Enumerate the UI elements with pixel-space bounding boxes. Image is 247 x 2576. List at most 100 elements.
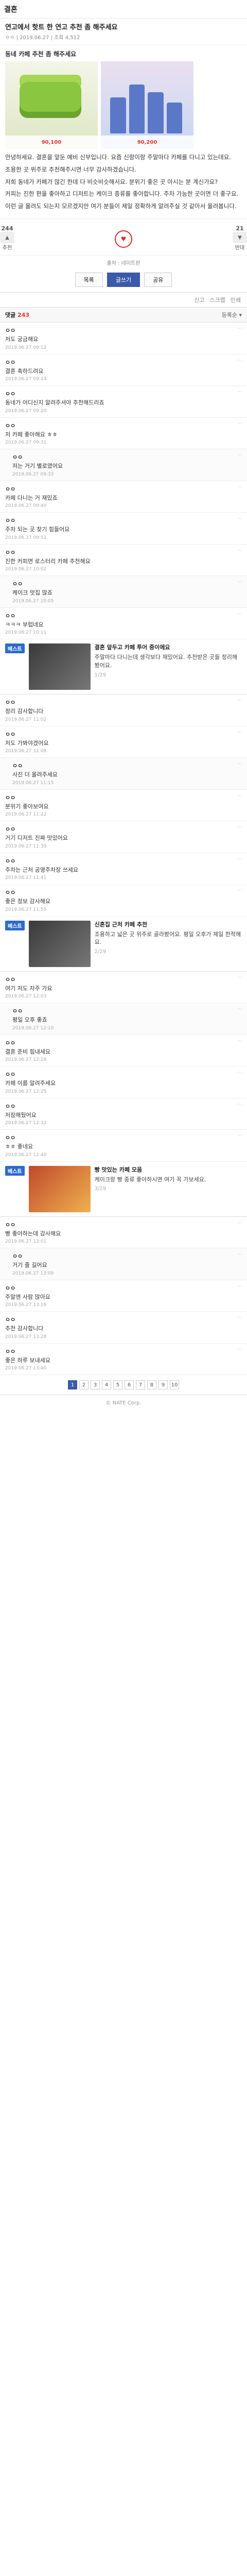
comment-tools[interactable]: ⋯ <box>237 453 242 461</box>
comment-tools[interactable]: ⋯ <box>237 580 242 588</box>
comment-nick[interactable]: ㅇㅇ <box>5 1102 15 1110</box>
comment-tools[interactable]: ⋯ <box>237 857 242 865</box>
comment-nick[interactable]: ㅇㅇ <box>5 1133 15 1142</box>
comment-nick[interactable]: ㅇㅇ <box>5 421 15 430</box>
comment-nick[interactable]: ㅇㅇ <box>5 793 15 802</box>
comment-nick[interactable]: ㅇㅇ <box>5 358 15 366</box>
upvote-button[interactable]: ▲ <box>0 232 14 244</box>
comment-tools[interactable]: ⋯ <box>237 612 242 620</box>
product-image-right[interactable]: 90,200 <box>101 61 193 149</box>
list-button[interactable]: 목록 <box>75 273 103 287</box>
print-link[interactable]: 인쇄 <box>231 296 241 304</box>
page-link[interactable]: 10 <box>170 1380 179 1390</box>
comment-date: 2019.06.27 11:55 <box>5 907 47 912</box>
best-thumbnail[interactable] <box>28 920 91 967</box>
comment-item: ㅇㅇ ⋯ 결혼 축하드려요 2019.06.27 09:14 <box>0 354 247 386</box>
comment-nick[interactable]: ㅇㅇ <box>5 326 15 334</box>
comment-tools[interactable]: ⋯ <box>237 421 242 430</box>
product-image-left[interactable]: 90,100 <box>5 61 98 149</box>
comment-tools[interactable]: ⋯ <box>237 730 242 738</box>
comment-tools[interactable]: ⋯ <box>237 1007 242 1015</box>
page-link[interactable]: 1 <box>68 1380 77 1390</box>
comment-tools[interactable]: ⋯ <box>237 1315 242 1324</box>
share-button[interactable]: 공유 <box>144 273 172 287</box>
comment-nick[interactable]: ㅇㅇ <box>12 1007 23 1015</box>
comment-tools[interactable]: ⋯ <box>237 1284 242 1292</box>
best-thumbnail[interactable] <box>28 1165 91 1212</box>
comment-tools[interactable]: ⋯ <box>237 975 242 984</box>
comment-nick[interactable]: ㅇㅇ <box>5 1315 15 1324</box>
comment-tools[interactable]: ⋯ <box>237 1102 242 1110</box>
comment-tools[interactable]: ⋯ <box>237 1070 242 1078</box>
comment-date: 2019.06.27 12:32 <box>5 1121 47 1126</box>
comment-nick[interactable]: ㅇㅇ <box>5 730 15 738</box>
comment-nick[interactable]: ㅇㅇ <box>5 1070 15 1078</box>
best-item[interactable]: 베스트 신혼집 근처 카페 추천 조용하고 넓은 곳 위주로 골라봤어요. 평일… <box>0 917 247 972</box>
scrap-link[interactable]: 스크랩 <box>209 296 225 304</box>
page-link[interactable]: 8 <box>147 1380 156 1390</box>
comment-tools[interactable]: ⋯ <box>237 389 242 398</box>
comment-tools[interactable]: ⋯ <box>237 485 242 493</box>
page-link[interactable]: 4 <box>102 1380 111 1390</box>
comment-nick[interactable]: ㅇㅇ <box>12 580 23 588</box>
comment-item: ㅇㅇ ⋯ 좋은 정보 감사해요 2019.06.27 11:55 <box>0 885 247 917</box>
best-item[interactable]: 베스트 빵 맛있는 카페 모음 케이크랑 빵 종류 좋아하시면 여기 꼭 가보세… <box>0 1162 247 1217</box>
comment-tools[interactable]: ⋯ <box>237 698 242 706</box>
write-button[interactable]: 글쓰기 <box>107 273 140 287</box>
comment-date: 2019.06.27 11:02 <box>5 717 47 722</box>
comment-tools[interactable]: ⋯ <box>237 516 242 524</box>
comment-nick[interactable]: ㅇㅇ <box>5 1039 15 1047</box>
bottle <box>166 103 182 133</box>
comment-tools[interactable]: ⋯ <box>237 548 242 556</box>
comment-nick[interactable]: ㅇㅇ <box>12 761 23 770</box>
page-link[interactable]: 9 <box>158 1380 168 1390</box>
downvote-button[interactable]: ▼ <box>233 232 247 244</box>
page-link[interactable]: 6 <box>125 1380 134 1390</box>
comment-nick[interactable]: ㅇㅇ <box>5 857 15 865</box>
comment-tools[interactable]: ⋯ <box>237 1221 242 1229</box>
comment-line: ㅇㅇ ⋯ <box>5 326 242 334</box>
comment-nick[interactable]: ㅇㅇ <box>12 1252 23 1260</box>
page-link[interactable]: 7 <box>136 1380 145 1390</box>
comment-text: 좋은 정보 감사해요 <box>5 898 50 905</box>
comment-tools[interactable]: ⋯ <box>237 326 242 334</box>
comment-nick[interactable]: ㅇㅇ <box>5 389 15 398</box>
comment-nick[interactable]: ㅇㅇ <box>5 1347 15 1355</box>
comment-tools[interactable]: ⋯ <box>237 793 242 802</box>
comment-line: ㅇㅇ ⋯ <box>5 389 242 398</box>
comment-tools[interactable]: ⋯ <box>237 1039 242 1047</box>
comment-date: 2019.06.27 13:16 <box>5 1302 47 1308</box>
comment-nick[interactable]: ㅇㅇ <box>5 888 15 896</box>
comment-tools[interactable]: ⋯ <box>237 1133 242 1142</box>
comment-nick[interactable]: ㅇㅇ <box>12 453 23 461</box>
comment-nick[interactable]: ㅇㅇ <box>5 516 15 524</box>
comment-tools[interactable]: ⋯ <box>237 825 242 833</box>
comment-tools[interactable]: ⋯ <box>237 1347 242 1355</box>
comment-nick[interactable]: ㅇㅇ <box>5 548 15 556</box>
reply-comment: ㅇㅇ ⋯ 평일 오후 좋죠 2019.06.27 12:10 <box>0 1003 247 1035</box>
comment-text: 평일 오후 좋죠 <box>12 1016 47 1024</box>
like-heart-button[interactable]: ♥ <box>115 230 132 248</box>
comment-nick[interactable]: ㅇㅇ <box>5 975 15 984</box>
comment-nick[interactable]: ㅇㅇ <box>5 698 15 706</box>
comment-nick[interactable]: ㅇㅇ <box>5 1221 15 1229</box>
comment-tools[interactable]: ⋯ <box>237 1252 242 1260</box>
page-link[interactable]: 2 <box>79 1380 89 1390</box>
report-link[interactable]: 신고 <box>194 296 204 304</box>
comment-nick[interactable]: ㅇㅇ <box>5 1284 15 1292</box>
best-item[interactable]: 베스트 결혼 앞두고 카페 투어 중이에요 주말마다 다니는데 생각보다 재밌어… <box>0 639 247 695</box>
comment-text: 카페 다니는 거 재밌죠 <box>5 494 58 501</box>
comment-tools[interactable]: ⋯ <box>237 761 242 770</box>
best-title: 신혼집 근처 카페 추천 <box>94 921 148 928</box>
comment-tools[interactable]: ⋯ <box>237 358 242 366</box>
comment-nick[interactable]: ㅇㅇ <box>5 825 15 833</box>
sort-dropdown[interactable]: 등록순 ▾ <box>222 311 242 319</box>
page-link[interactable]: 3 <box>91 1380 100 1390</box>
comment-nick[interactable]: ㅇㅇ <box>5 485 15 493</box>
top-bar: 결혼 <box>0 0 247 19</box>
upvote-box: 244 ▲ 추천 <box>0 225 14 251</box>
comment-nick[interactable]: ㅇㅇ <box>5 612 15 620</box>
comment-tools[interactable]: ⋯ <box>237 888 242 896</box>
page-link[interactable]: 5 <box>113 1380 122 1390</box>
best-thumbnail[interactable] <box>28 643 91 690</box>
